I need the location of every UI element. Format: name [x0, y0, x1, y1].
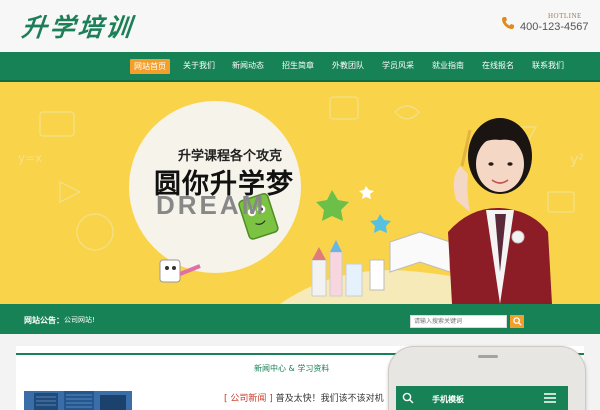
site-logo[interactable]: 升学培训	[20, 8, 136, 44]
notice-text[interactable]: 公司网站!	[64, 315, 95, 325]
phone-icon	[502, 17, 514, 29]
news-headline[interactable]: [ 公司新闻 ] 普及太快！我们该不该对机	[224, 391, 384, 404]
news-thumbnail[interactable]	[24, 391, 132, 410]
phone-title: 手机模板	[432, 395, 464, 404]
hero-banner[interactable]: y² y=x 升学课程各个攻克 圆你升学梦 DREAM	[0, 82, 600, 304]
site-header: 升学培训 HOTLINE 400-123-4567	[0, 0, 600, 52]
main-nav: 网站首页 关于我们 新闻动态 招生简章 外教团队 学员风采 就业指南 在线报名 …	[0, 52, 600, 82]
notice-label: 网站公告：	[24, 316, 64, 325]
nav-item-contact[interactable]: 联系我们	[532, 60, 564, 71]
nav-item-admissions[interactable]: 招生简章	[282, 60, 314, 71]
news-tag: [ 公司新闻 ]	[224, 394, 273, 404]
hotline-number: 400-123-4567	[520, 21, 589, 33]
building-image	[24, 391, 132, 410]
hotline-label: HOTLINE	[548, 12, 582, 20]
svg-text:y=x: y=x	[18, 151, 42, 165]
mobile-menu-icon[interactable]	[544, 393, 556, 403]
banner-dream-text: DREAM	[156, 190, 267, 220]
mobile-search-icon[interactable]	[402, 392, 414, 404]
section-title[interactable]: 新闻中心 & 学习资料	[254, 363, 329, 374]
svg-text:y²: y²	[570, 152, 584, 168]
search-icon	[512, 317, 522, 326]
nav-item-signup[interactable]: 在线报名	[482, 60, 514, 71]
nav-item-teachers[interactable]: 外教团队	[332, 60, 364, 71]
banner-artwork: y² y=x	[18, 96, 584, 304]
notice-bar: 网站公告： 公司网站!	[0, 304, 600, 334]
search-input[interactable]	[410, 315, 507, 328]
nav-item-about[interactable]: 关于我们	[183, 60, 215, 71]
phone-screen	[396, 386, 568, 410]
phone-speaker	[478, 355, 498, 358]
nav-item-career[interactable]: 就业指南	[432, 60, 464, 71]
nav-item-news[interactable]: 新闻动态	[232, 60, 264, 71]
search-button[interactable]	[510, 315, 524, 328]
nav-item-students[interactable]: 学员风采	[382, 60, 414, 71]
news-title: 普及太快！我们该不该对机	[272, 394, 384, 404]
student-figure	[448, 118, 552, 304]
nav-item-home[interactable]: 网站首页	[130, 59, 170, 74]
